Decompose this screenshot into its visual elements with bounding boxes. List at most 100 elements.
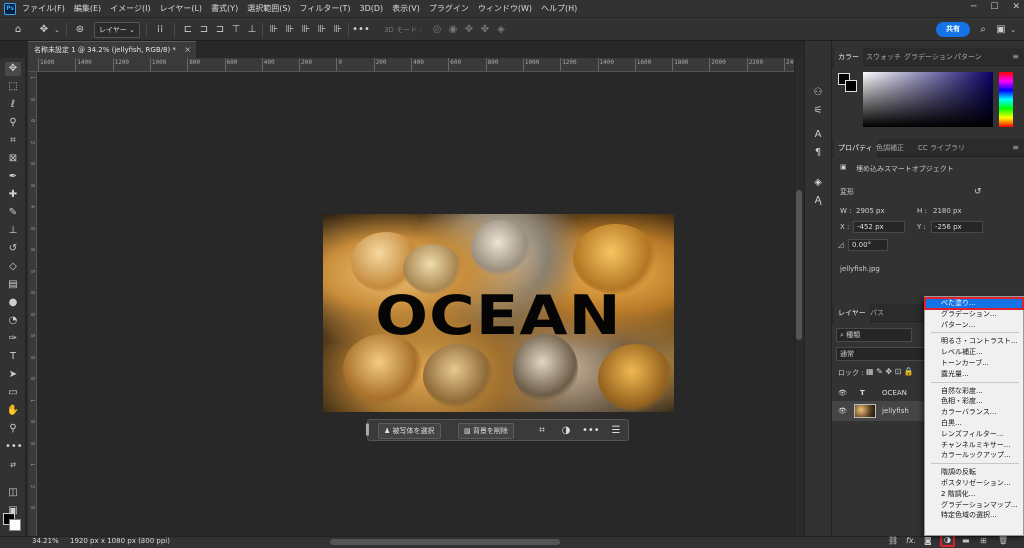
width-value[interactable]: 2905 px	[856, 207, 885, 215]
type-tool-icon[interactable]: T	[5, 350, 21, 364]
layer-name[interactable]: jellyfish	[882, 401, 909, 421]
move-tool-icon[interactable]: ✥	[5, 62, 21, 76]
lasso-tool-icon[interactable]: ℓ	[5, 98, 21, 112]
ocean-text-layer[interactable]: OCEAN	[323, 284, 674, 347]
y-position-field[interactable]: -256 px	[931, 221, 983, 233]
auto-select-icon[interactable]: ⊛	[72, 23, 88, 37]
brush-tool-icon[interactable]: ✎	[5, 206, 21, 220]
dodge-tool-icon[interactable]: ◔	[5, 314, 21, 328]
adjustment-menu-item[interactable]: カラーバランス...	[925, 407, 1023, 418]
select-subject-button[interactable]: ♟ 被写体を選択	[378, 423, 441, 439]
menu-3d[interactable]: 3D(D)	[360, 4, 384, 13]
adjustment-menu-item[interactable]: レンズフィルター...	[925, 429, 1023, 440]
chevron-down-icon[interactable]: ⌄	[1008, 23, 1018, 37]
move-tool-icon[interactable]: ✥	[36, 23, 52, 37]
blur-tool-icon[interactable]: ●	[5, 296, 21, 310]
panel-menu-icon[interactable]: ≡	[1012, 52, 1019, 61]
adjustment-menu-item[interactable]: チャンネルミキサー...	[925, 440, 1023, 451]
adjustment-menu-item[interactable]: 白黒...	[925, 418, 1023, 429]
status-menu-arrow-icon[interactable]: ›	[140, 537, 143, 545]
chevron-down-icon[interactable]: ⌄	[52, 23, 62, 37]
auto-select-dropdown[interactable]: レイヤー ⌄	[94, 22, 140, 38]
align-right-icon[interactable]: ⊐	[214, 23, 226, 37]
tab-color[interactable]: カラー	[834, 48, 863, 66]
align-left-icon[interactable]: ⊏	[182, 23, 194, 37]
settings-sliders-icon[interactable]: ☰	[608, 423, 624, 439]
tab-paths[interactable]: パス	[870, 304, 884, 322]
hue-slider[interactable]	[999, 72, 1013, 127]
eyedropper-tool-icon[interactable]: ✒	[5, 170, 21, 184]
eye-icon[interactable]: 👁	[838, 383, 847, 403]
menu-layer[interactable]: レイヤー(L)	[160, 3, 202, 14]
menu-filter[interactable]: フィルター(T)	[300, 3, 351, 14]
background-color-swatch[interactable]	[9, 519, 21, 531]
adjustment-menu-item[interactable]: 自然な彩度...	[925, 386, 1023, 397]
zoom-level[interactable]: 34.21%	[32, 537, 59, 545]
crop-tool-icon[interactable]: ⌗	[5, 134, 21, 148]
rectangle-tool-icon[interactable]: ▭	[5, 386, 21, 400]
tab-gradients[interactable]: グラデーション	[904, 48, 953, 66]
link-layers-icon[interactable]: ⛓	[888, 536, 898, 545]
align-top-icon[interactable]: ⊤	[230, 23, 242, 37]
adjustment-menu-item[interactable]: グラデーション...	[925, 309, 1023, 320]
document-tab[interactable]: 名称未設定 1 @ 34.2% (jellyfish, RGB/8) * ×	[28, 41, 196, 58]
panel-menu-icon[interactable]: ≡	[1012, 143, 1019, 152]
add-mask-icon[interactable]: ◙	[924, 536, 932, 545]
lock-icons[interactable]: ▦ ✎ ✥ ⊡ 🔒	[866, 367, 914, 376]
more-tools-icon[interactable]: •••	[5, 440, 23, 454]
eraser-tool-icon[interactable]: ◇	[5, 260, 21, 274]
crop-icon[interactable]: ⌗	[534, 423, 550, 439]
tab-properties[interactable]: プロパティ	[834, 139, 877, 157]
adjustment-menu-item[interactable]: 色相・彩度...	[925, 396, 1023, 407]
workspace-icon[interactable]: ▣	[994, 23, 1008, 37]
zoom-tool-icon[interactable]: ⚲	[5, 422, 21, 436]
share-button[interactable]: 共有	[936, 22, 970, 37]
document-info[interactable]: 1920 px x 1080 px (300 ppi)	[70, 537, 170, 545]
eye-icon[interactable]: 👁	[838, 401, 847, 421]
color-picker-field[interactable]	[863, 72, 993, 127]
tab-adjustments[interactable]: 色調補正	[876, 139, 904, 157]
distribute-icon[interactable]: ⊪	[316, 23, 328, 37]
tab-patterns[interactable]: パターン	[954, 48, 982, 66]
adjustments-panel-icon[interactable]: ⚟	[810, 104, 826, 118]
color-background-swatch[interactable]	[845, 80, 857, 92]
menu-help[interactable]: ヘルプ(H)	[541, 3, 577, 14]
history-brush-tool-icon[interactable]: ↺	[5, 242, 21, 256]
reset-transform-icon[interactable]: ↺	[974, 187, 982, 197]
adjustment-menu-item[interactable]: パターン...	[925, 320, 1023, 331]
document-image[interactable]: OCEAN	[323, 214, 674, 412]
menu-view[interactable]: 表示(V)	[392, 3, 420, 14]
adjustment-icon[interactable]: ◑	[558, 423, 574, 439]
menu-type[interactable]: 書式(Y)	[211, 3, 238, 14]
swap-colors-icon[interactable]: ⇄	[5, 458, 21, 472]
adjustment-menu-item[interactable]: トーンカーブ...	[925, 358, 1023, 369]
quick-mask-icon[interactable]: ◫	[5, 486, 21, 500]
adjustment-menu-item[interactable]: グラデーションマップ...	[925, 500, 1023, 511]
adjustment-menu-item[interactable]: カラールックアップ...	[925, 450, 1023, 461]
adjustment-menu-item[interactable]: ポスタリゼーション...	[925, 478, 1023, 489]
adjustment-menu-item[interactable]: 2 階調化...	[925, 489, 1023, 500]
x-position-field[interactable]: -452 px	[853, 221, 905, 233]
tab-swatches[interactable]: スウォッチ	[866, 48, 901, 66]
character-panel-icon[interactable]: A	[810, 128, 826, 142]
vertical-scroll-thumb[interactable]	[796, 190, 802, 340]
close-window-icon[interactable]: ✕	[1012, 2, 1020, 12]
align-center-h-icon[interactable]: ⊐	[198, 23, 210, 37]
home-icon[interactable]: ⌂	[10, 23, 26, 37]
adjustment-menu-item[interactable]: 明るさ・コントラスト...	[925, 336, 1023, 347]
menu-select[interactable]: 選択範囲(S)	[247, 3, 290, 14]
tab-layers[interactable]: レイヤー	[834, 304, 870, 322]
blend-mode-select[interactable]: 通常	[836, 347, 926, 361]
delete-layer-icon[interactable]: 🗑	[998, 536, 1008, 545]
clone-stamp-tool-icon[interactable]: ⊥	[5, 224, 21, 238]
object-selection-tool-icon[interactable]: ⚲	[5, 116, 21, 130]
adjustment-menu-item[interactable]: レベル補正...	[925, 347, 1023, 358]
layer-name[interactable]: OCEAN	[882, 383, 907, 403]
healing-brush-tool-icon[interactable]: ✚	[5, 188, 21, 202]
more-options-icon[interactable]: •••	[352, 23, 370, 37]
distribute-icon[interactable]: ⊪	[284, 23, 296, 37]
align-middle-icon[interactable]: ⊥	[246, 23, 258, 37]
adjustment-menu-item[interactable]: 特定色域の選択...	[925, 510, 1023, 521]
menu-image[interactable]: イメージ(I)	[110, 3, 150, 14]
new-group-icon[interactable]: ▬	[962, 536, 970, 545]
